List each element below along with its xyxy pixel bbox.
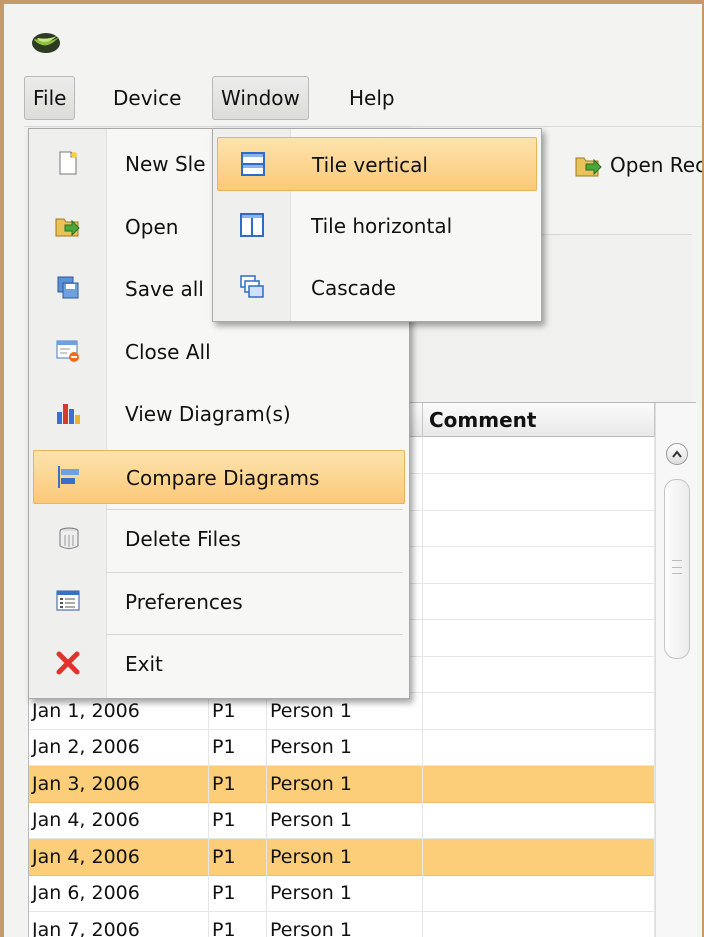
table-cell: [423, 583, 655, 619]
bar-chart-icon: [55, 400, 81, 426]
p-cell: P1: [209, 729, 267, 765]
save-all-icon: [55, 275, 81, 301]
tile-horizontal-icon: [239, 212, 265, 238]
table-row[interactable]: Jan 4, 2006 P1 Person 1: [29, 838, 655, 876]
menu-device[interactable]: Device: [104, 76, 190, 120]
window-menu-item-tile-vertical[interactable]: Tile vertical: [217, 137, 537, 191]
window-menu-dropdown: Tile vertical Tile horizontal Cascade: [212, 128, 542, 322]
preferences-icon: [55, 588, 81, 614]
table-cell: [423, 437, 655, 473]
file-menu-item-compare-diagrams[interactable]: Compare Diagrams: [33, 449, 405, 504]
menu-item-label: Compare Diagrams: [126, 465, 320, 490]
menu-item-label: Tile horizontal: [311, 214, 453, 238]
vertical-scrollbar[interactable]: [655, 403, 697, 937]
chevron-up-icon: [672, 450, 682, 458]
menu-item-label: Tile vertical: [312, 153, 428, 177]
menu-file[interactable]: File: [24, 76, 76, 120]
scroll-thumb[interactable]: [664, 479, 690, 659]
menu-separator: [107, 509, 403, 510]
open-recent-label: Open Reco: [610, 153, 702, 177]
person-cell: Person 1: [267, 765, 423, 802]
table-cell: [423, 619, 655, 656]
cascade-icon: [239, 274, 265, 300]
close-all-icon: [55, 338, 81, 364]
menu-item-label: View Diagram(s): [125, 402, 291, 426]
date-cell: Jan 4, 2006: [29, 838, 209, 875]
date-cell: Jan 7, 2006: [29, 911, 209, 937]
scroll-up-button[interactable]: [666, 443, 688, 465]
new-document-icon: [55, 150, 81, 176]
compare-icon: [56, 464, 82, 490]
trash-icon: [55, 525, 81, 551]
menu-item-label: Open: [125, 214, 179, 239]
date-cell: Jan 6, 2006: [29, 875, 209, 911]
p-cell: P1: [209, 911, 267, 937]
comment-cell: [423, 729, 655, 765]
menu-separator: [107, 571, 403, 573]
comment-cell: [423, 911, 655, 937]
comment-cell: [423, 692, 655, 729]
table-cell: [423, 510, 655, 546]
person-cell: Person 1: [267, 729, 423, 765]
table-row[interactable]: Jan 2, 2006 P1 Person 1: [29, 729, 655, 766]
open-recent-button[interactable]: Open Reco: [574, 147, 702, 183]
date-cell: Jan 2, 2006: [29, 729, 209, 765]
table-row[interactable]: Jan 6, 2006 P1 Person 1: [29, 875, 655, 912]
table-row[interactable]: Jan 3, 2006 P1 Person 1: [29, 765, 655, 803]
comment-cell: [423, 802, 655, 838]
table-cell: [423, 656, 655, 692]
red-x-icon: [55, 650, 81, 676]
menu-separator: [107, 634, 403, 635]
p-cell: P1: [209, 838, 267, 875]
menu-item-label: Preferences: [125, 589, 243, 614]
open-folder-icon: [55, 213, 81, 239]
file-menu-item-view-diagram-s[interactable]: View Diagram(s): [33, 387, 405, 441]
menu-item-label: Cascade: [311, 276, 396, 300]
table-cell: [423, 546, 655, 583]
open-recent-icon: [575, 157, 602, 177]
window-menu-item-cascade[interactable]: Cascade: [217, 261, 537, 315]
menu-item-label: Save all: [125, 277, 204, 301]
menu-item-label: Exit: [125, 652, 163, 676]
date-cell: Jan 4, 2006: [29, 802, 209, 838]
menu-item-label: Close All: [125, 339, 211, 364]
person-cell: Person 1: [267, 911, 423, 937]
file-menu-item-exit[interactable]: Exit: [33, 637, 405, 691]
menu-window[interactable]: Window: [212, 76, 309, 120]
file-menu-item-close-all[interactable]: Close All: [33, 325, 405, 379]
comment-cell: [423, 765, 655, 802]
person-cell: Person 1: [267, 802, 423, 838]
table-cell: [423, 473, 655, 510]
p-cell: P1: [209, 875, 267, 911]
tile-vertical-icon: [240, 151, 266, 177]
comment-cell: [423, 838, 655, 875]
table-row[interactable]: Jan 7, 2006 P1 Person 1: [29, 911, 655, 937]
p-cell: P1: [209, 765, 267, 802]
comment-cell: [423, 875, 655, 911]
person-cell: Person 1: [267, 875, 423, 911]
table-row[interactable]: Jan 4, 2006 P1 Person 1: [29, 802, 655, 839]
date-cell: Jan 3, 2006: [29, 765, 209, 802]
app-logo-icon: [32, 33, 60, 53]
p-cell: P1: [209, 802, 267, 838]
menu-item-label: Delete Files: [125, 527, 241, 551]
window-menu-item-tile-horizontal[interactable]: Tile horizontal: [217, 199, 537, 253]
grip-icon: [672, 560, 682, 574]
person-cell: Person 1: [267, 838, 423, 875]
file-menu-item-preferences[interactable]: Preferences: [33, 575, 405, 629]
menu-item-label: New Sle: [125, 152, 206, 176]
file-menu-item-delete-files[interactable]: Delete Files: [33, 512, 405, 566]
app-window: File Device Window Help Open Reco Commen…: [0, 0, 704, 937]
menu-help[interactable]: Help: [340, 76, 404, 120]
column-header-comment[interactable]: Comment: [423, 403, 655, 437]
